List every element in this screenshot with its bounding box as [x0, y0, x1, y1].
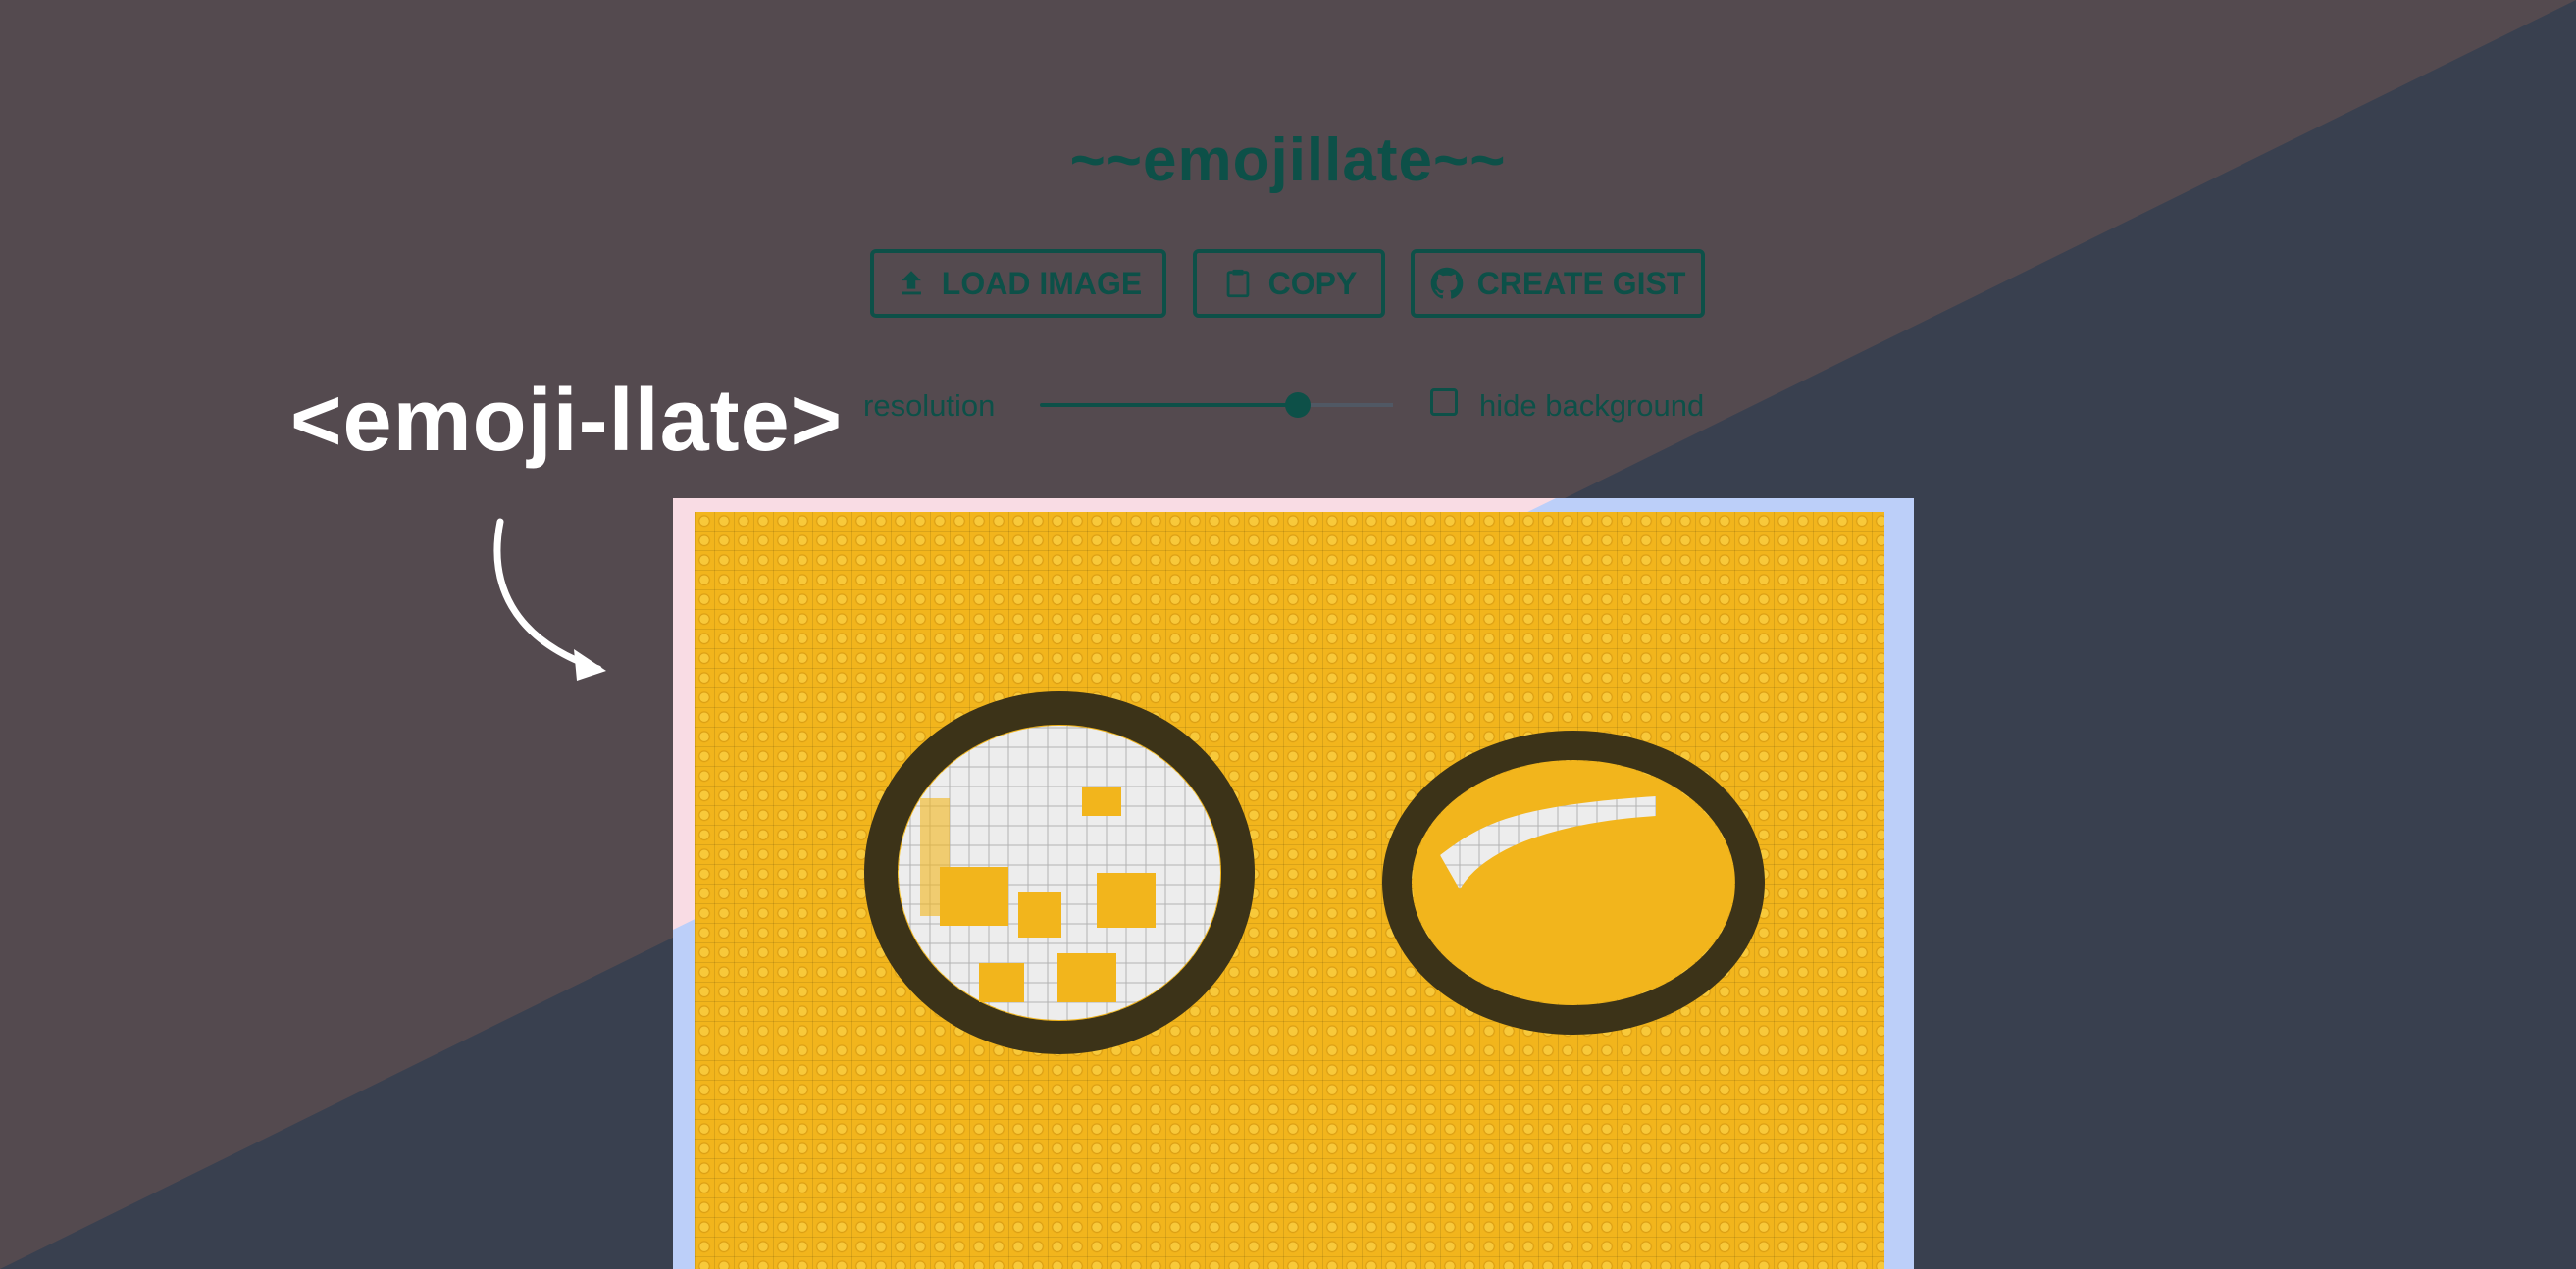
resolution-slider[interactable]	[1040, 390, 1393, 420]
right-face-shape	[1382, 731, 1765, 1035]
create-gist-button[interactable]: CREATE GIST	[1411, 249, 1705, 318]
github-icon	[1430, 267, 1463, 299]
emoji-mosaic-image	[695, 512, 1884, 1269]
hide-background-checkbox[interactable]	[1430, 388, 1458, 416]
load-image-button[interactable]: LOAD IMAGE	[870, 249, 1166, 318]
resolution-label: resolution	[863, 388, 996, 423]
slider-track-remaining	[1297, 403, 1393, 407]
curved-arrow-icon	[493, 518, 606, 681]
copy-label: COPY	[1267, 265, 1358, 301]
emoji-llate-tag: <emoji-llate>	[290, 372, 844, 470]
hide-background-label[interactable]: hide background	[1479, 388, 1704, 424]
output-canvas-frame	[673, 498, 1914, 1269]
copy-button[interactable]: COPY	[1193, 249, 1385, 318]
load-image-label: LOAD IMAGE	[941, 265, 1143, 301]
app-title: ~~emojillate~~	[1069, 127, 1507, 194]
slider-thumb[interactable]	[1284, 392, 1311, 418]
create-gist-label: CREATE GIST	[1476, 265, 1686, 301]
clipboard-icon	[1226, 269, 1249, 298]
left-face-shape	[864, 691, 1255, 1054]
upload-icon	[901, 271, 921, 295]
